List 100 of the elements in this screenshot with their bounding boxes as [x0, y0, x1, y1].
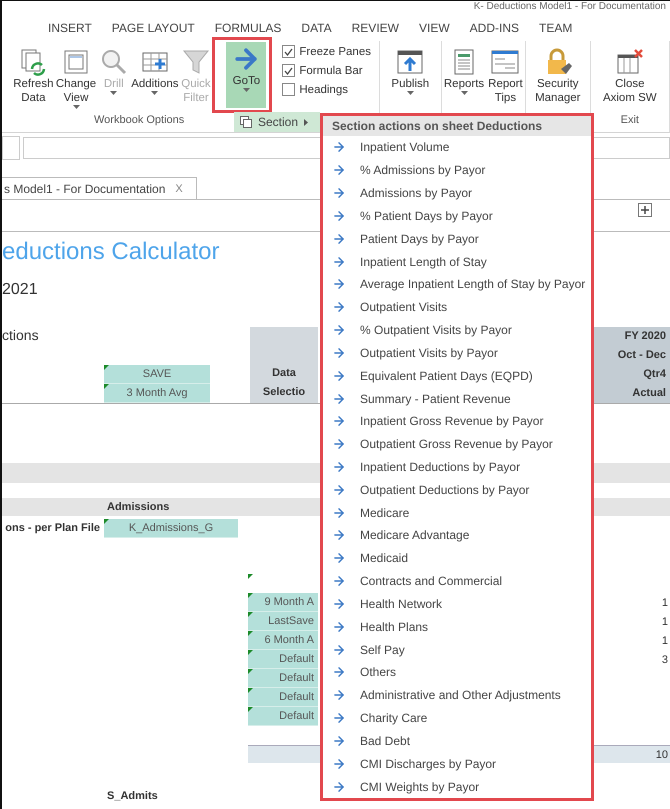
caret-icon [110, 91, 118, 95]
cell-marker-icon [248, 574, 253, 579]
checkbox-option[interactable]: Freeze Panes [282, 45, 371, 58]
checkbox-option[interactable]: Headings [282, 83, 371, 96]
arrow-right-icon [332, 734, 346, 748]
arrow-right-icon [332, 414, 346, 428]
value-cell-text: 1 [662, 634, 669, 646]
submenu-arrow-icon [304, 118, 308, 126]
ribbon-tab[interactable]: TEAM [529, 21, 582, 35]
arrow-right-icon [332, 437, 346, 452]
arrow-right-icon [332, 186, 346, 200]
menu-header: Section actions on sheet Deductions [323, 116, 591, 136]
arrow-right-icon [332, 232, 346, 246]
group-label: Workbook Options [94, 113, 184, 127]
arrow-right-icon [332, 482, 346, 497]
menu-item[interactable]: Charity Care [323, 706, 591, 730]
menu-item[interactable]: Equivalent Patient Days (EQPD) [323, 364, 591, 388]
arrow-right-icon [332, 460, 346, 474]
ribbon-tab[interactable]: PAGE LAYOUT [102, 21, 205, 35]
row-label: S_Admits [106, 789, 159, 803]
arrow-right-icon [332, 596, 346, 611]
value-cell-text: 1 [662, 616, 669, 628]
ribbon-tab[interactable]: INSERT [38, 21, 102, 35]
table-cell: 9 Month A [248, 593, 318, 612]
menu-item[interactable]: % Patient Days by Payor [323, 204, 591, 228]
ribbon-button[interactable]: Security Manager [533, 45, 582, 107]
arrow-right-icon [332, 551, 346, 566]
goto-button[interactable]: GoTo [226, 42, 266, 108]
menu-item[interactable]: Administrative and Other Adjustments [323, 684, 591, 707]
menu-item[interactable]: % Outpatient Visits by Payor [323, 318, 591, 342]
caret-icon [151, 91, 158, 95]
menu-item[interactable]: Health Plans [323, 615, 591, 638]
year-label: 2021 [2, 281, 38, 299]
ribbon-button[interactable]: Refresh Data [12, 45, 55, 107]
value-cell-text: 3 [662, 654, 669, 666]
checkbox-option[interactable]: Formula Bar [282, 64, 371, 77]
ribbon-button[interactable]: Report Tips [486, 45, 525, 107]
group-label: Exit [620, 113, 639, 127]
ribbon-tab[interactable]: FORMULAS [204, 21, 292, 35]
arrow-right-icon [332, 277, 346, 292]
menu-item[interactable]: Patient Days by Payor [323, 227, 591, 250]
menu-item[interactable]: Health Network [323, 592, 591, 616]
menu-item[interactable]: Outpatient Visits by Payor [323, 341, 591, 364]
caret-icon [406, 91, 414, 95]
arrow-right-icon [332, 300, 346, 314]
sheet-title: eductions Calculator [2, 238, 220, 266]
menu-item[interactable]: Inpatient Volume [323, 136, 591, 159]
menu-item[interactable]: Medicaid [323, 546, 591, 570]
arrow-right-icon [332, 688, 346, 702]
section-menu-item[interactable]: Section [234, 112, 320, 132]
arrow-right-icon [332, 620, 346, 634]
menu-item[interactable]: Average Inpatient Length of Stay by Payor [323, 272, 591, 296]
checkbox[interactable] [282, 83, 296, 96]
arrow-right-icon [332, 254, 346, 269]
ribbon-button[interactable]: Reports [442, 45, 486, 97]
menu-item[interactable]: Outpatient Gross Revenue by Payor [323, 432, 591, 456]
checkbox[interactable] [282, 45, 296, 58]
caret-icon [460, 91, 468, 95]
table-cell: K_Admissions_G [104, 519, 238, 538]
sheets-icon [240, 116, 252, 128]
section-label: ctions [2, 327, 39, 343]
value-cell-text: 1 [662, 596, 669, 608]
data-selection-header: Data Selectio [250, 327, 318, 403]
arrow-right-icon [332, 323, 346, 338]
table-cell: Default [248, 688, 318, 707]
ribbon-tab[interactable]: REVIEW [342, 21, 409, 35]
expand-button[interactable] [638, 203, 652, 217]
menu-item[interactable]: Inpatient Deductions by Payor [323, 456, 591, 478]
menu-item[interactable]: Others [323, 661, 591, 684]
close-button[interactable]: X [175, 182, 183, 194]
menu-item[interactable]: Outpatient Visits [323, 296, 591, 319]
caret-icon [72, 105, 80, 109]
ribbon-button[interactable]: Change View [54, 45, 98, 111]
menu-item[interactable]: CMI Weights by Payor [323, 775, 591, 798]
ribbon-tab[interactable]: VIEW [408, 21, 460, 35]
row-label: ons - per Plan File [5, 521, 101, 536]
arrow-right-icon [332, 780, 346, 794]
table-cell: Default [248, 669, 318, 688]
menu-item[interactable]: Inpatient Length of Stay [323, 250, 591, 273]
window-title: K- Deductions Model1 - For Documentation [474, 1, 667, 14]
plus-icon [641, 206, 649, 214]
workbook-tab-label: s Model1 - For Documentation [4, 182, 166, 196]
ribbon-button[interactable]: Additions [130, 45, 180, 97]
ribbon-tab[interactable]: ADD-INS [460, 21, 529, 35]
ribbon-button[interactable]: Close Axiom SW [600, 45, 659, 107]
table-cell: Default [248, 650, 318, 669]
ribbon-tab[interactable]: DATA [291, 21, 342, 35]
menu-item[interactable]: % Admissions by Payor [323, 158, 591, 182]
menu-item[interactable]: Medicare Advantage [323, 524, 591, 547]
period-header: FY 2020 Oct - Dec Qtr4 Actual [592, 327, 670, 403]
menu-item[interactable]: Admissions by Payor [323, 182, 591, 204]
checkbox[interactable] [282, 64, 296, 77]
menu-item[interactable]: Contracts and Commercial [323, 570, 591, 593]
table-cell: 3 Month Avg [104, 384, 210, 403]
menu-item[interactable]: Self Pay [323, 638, 591, 662]
workbook-tab[interactable]: s Model1 - For Documentation X [2, 177, 197, 199]
arrow-right-icon [332, 368, 346, 383]
menu-item[interactable]: Summary - Patient Revenue [323, 387, 591, 410]
ribbon-button[interactable]: Publish [389, 45, 432, 97]
menu-item[interactable]: Inpatient Gross Revenue by Payor [323, 410, 591, 433]
